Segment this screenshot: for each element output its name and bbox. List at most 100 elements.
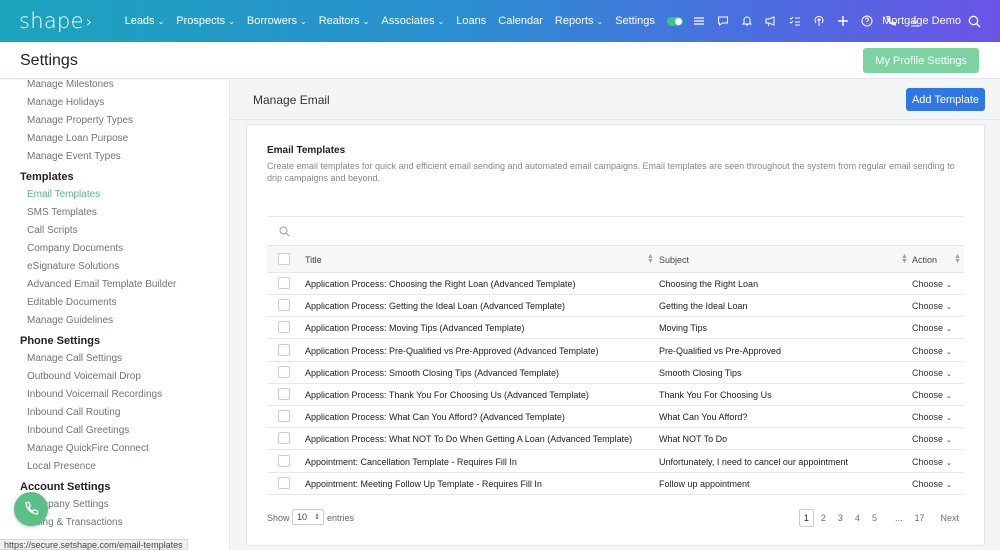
podcast-icon[interactable]	[812, 14, 826, 28]
row-checkbox[interactable]	[278, 410, 290, 423]
row-title[interactable]: Application Process: What Can You Afford…	[305, 412, 565, 422]
toggle-icon[interactable]	[666, 16, 683, 26]
sidebar-item[interactable]: Manage Holidays	[27, 97, 104, 108]
sidebar-item[interactable]: Inbound Voicemail Recordings	[27, 389, 162, 400]
table-row[interactable]: Application Process: Getting the Ideal L…	[267, 295, 964, 318]
nav-associates[interactable]: Associates ⌄	[381, 15, 444, 27]
page-button[interactable]: 3	[833, 509, 848, 527]
action-dropdown[interactable]: Choose ⌄	[912, 479, 952, 489]
sidebar-item[interactable]: Outbound Voicemail Drop	[27, 371, 141, 382]
row-title[interactable]: Appointment: Meeting Follow Up Template …	[305, 479, 542, 489]
sort-icon[interactable]: ▲ ▼	[901, 253, 908, 265]
row-checkbox[interactable]	[278, 432, 290, 445]
row-title[interactable]: Application Process: Moving Tips (Advanc…	[305, 323, 524, 333]
row-checkbox[interactable]	[278, 388, 290, 400]
table-row[interactable]: Application Process: Smooth Closing Tips…	[267, 362, 964, 384]
action-dropdown[interactable]: Choose ⌄	[912, 390, 952, 400]
action-dropdown[interactable]: Choose ⌄	[912, 301, 952, 311]
sidebar-item[interactable]: Email Templates	[27, 189, 100, 200]
action-dropdown[interactable]: Choose ⌄	[912, 346, 952, 356]
sidebar-item[interactable]: Inbound Call Routing	[27, 407, 120, 418]
add-template-button[interactable]: Add Template	[906, 88, 985, 111]
sidebar-item[interactable]: Manage Call Settings	[27, 353, 122, 364]
action-dropdown[interactable]: Choose ⌄	[912, 279, 952, 289]
column-subject[interactable]: Subject	[659, 255, 689, 265]
table-row[interactable]: Application Process: Thank You For Choos…	[267, 384, 964, 406]
row-title[interactable]: Application Process: Choosing the Right …	[305, 279, 576, 289]
nav-calendar[interactable]: Calendar	[498, 15, 543, 27]
sidebar-item[interactable]: Manage Guidelines	[27, 315, 113, 326]
table-row[interactable]: Appointment: Cancellation Template - Req…	[267, 451, 964, 473]
row-checkbox[interactable]	[278, 321, 290, 334]
action-dropdown[interactable]: Choose ⌄	[912, 368, 952, 378]
sidebar-item[interactable]: Manage Loan Purpose	[27, 133, 128, 144]
row-checkbox[interactable]	[278, 454, 290, 467]
sidebar-item[interactable]: Manage Event Types	[27, 151, 121, 162]
row-checkbox[interactable]	[278, 299, 290, 312]
nav-loans[interactable]: Loans	[456, 15, 486, 27]
user-menu[interactable]: Mortgage Demo	[882, 0, 981, 42]
action-dropdown[interactable]: Choose ⌄	[912, 457, 952, 467]
select-all-checkbox[interactable]	[278, 253, 290, 265]
sort-icon[interactable]: ▲ ▼	[954, 253, 961, 265]
table-row[interactable]: Application Process: Choosing the Right …	[267, 273, 964, 295]
help-icon[interactable]	[860, 14, 874, 28]
action-dropdown[interactable]: Choose ⌄	[912, 323, 952, 333]
table-row[interactable]: Appointment: Meeting Follow Up Template …	[267, 473, 964, 495]
row-checkbox[interactable]	[278, 343, 290, 356]
sidebar-item[interactable]: SMS Templates	[27, 207, 97, 218]
sidebar-item[interactable]: Call Scripts	[27, 225, 78, 236]
table-search[interactable]	[267, 216, 964, 245]
my-profile-settings-button[interactable]: My Profile Settings	[863, 48, 979, 73]
next-page-button[interactable]: Next	[935, 509, 964, 527]
column-action[interactable]: Action	[912, 255, 937, 265]
bell-icon[interactable]	[740, 14, 754, 28]
sidebar-item[interactable]: Local Presence	[27, 461, 96, 472]
sidebar-item[interactable]: Inbound Call Greetings	[27, 425, 129, 436]
nav-borrowers[interactable]: Borrowers ⌄	[247, 15, 307, 27]
row-title[interactable]: Application Process: Pre-Qualified vs Pr…	[305, 346, 598, 356]
table-row[interactable]: Application Process: What NOT To Do When…	[267, 428, 964, 451]
sidebar-item[interactable]: Manage QuickFire Connect	[27, 443, 149, 454]
nav-leads[interactable]: Leads ⌄	[125, 15, 165, 27]
nav-settings[interactable]: Settings	[615, 15, 655, 27]
page-button[interactable]: 17	[909, 509, 929, 527]
shape-logo[interactable]: shape ›	[19, 9, 93, 33]
chat-icon[interactable]	[716, 14, 730, 28]
sidebar-item[interactable]: Advanced Email Template Builder	[27, 279, 176, 290]
column-title[interactable]: Title	[305, 255, 322, 265]
checklist-icon[interactable]	[788, 14, 802, 28]
sidebar-item[interactable]: eSignature Solutions	[27, 261, 119, 272]
sidebar-item[interactable]: Manage Property Types	[27, 115, 133, 126]
row-checkbox[interactable]	[278, 365, 290, 378]
table-row[interactable]: Application Process: What Can You Afford…	[267, 406, 964, 429]
list-icon[interactable]	[692, 14, 706, 28]
page-button[interactable]: 4	[850, 509, 865, 527]
row-checkbox[interactable]	[278, 476, 290, 489]
row-title[interactable]: Application Process: What NOT To Do When…	[305, 434, 632, 444]
row-title[interactable]: Application Process: Smooth Closing Tips…	[305, 368, 559, 378]
action-dropdown[interactable]: Choose ⌄	[912, 434, 952, 444]
table-row[interactable]: Application Process: Moving Tips (Advanc…	[267, 317, 964, 340]
row-title[interactable]: Application Process: Thank You For Choos…	[305, 390, 589, 400]
row-title[interactable]: Application Process: Getting the Ideal L…	[305, 301, 565, 311]
page-button[interactable]: 1	[798, 509, 814, 527]
nav-prospects[interactable]: Prospects ⌄	[176, 15, 235, 27]
nav-realtors[interactable]: Realtors ⌄	[319, 15, 370, 27]
action-dropdown[interactable]: Choose ⌄	[912, 412, 952, 422]
page-button[interactable]: 5	[867, 509, 882, 527]
page-size-select[interactable]: 10 ⇕	[292, 509, 324, 525]
sort-icon[interactable]: ▲ ▼	[647, 253, 654, 265]
row-title[interactable]: Appointment: Cancellation Template - Req…	[305, 457, 517, 467]
megaphone-icon[interactable]	[764, 14, 778, 28]
plus-icon[interactable]	[836, 14, 850, 28]
phone-call-button[interactable]	[14, 492, 48, 526]
row-checkbox[interactable]	[278, 277, 290, 289]
nav-reports[interactable]: Reports ⌄	[555, 15, 603, 27]
search-icon[interactable]	[968, 15, 981, 28]
sidebar-item[interactable]: Company Documents	[27, 243, 123, 254]
page-button[interactable]: 2	[816, 509, 831, 527]
sidebar-item[interactable]: Editable Documents	[27, 297, 117, 308]
table-row[interactable]: Application Process: Pre-Qualified vs Pr…	[267, 340, 964, 362]
sidebar-item[interactable]: Manage Milestones	[27, 80, 114, 90]
